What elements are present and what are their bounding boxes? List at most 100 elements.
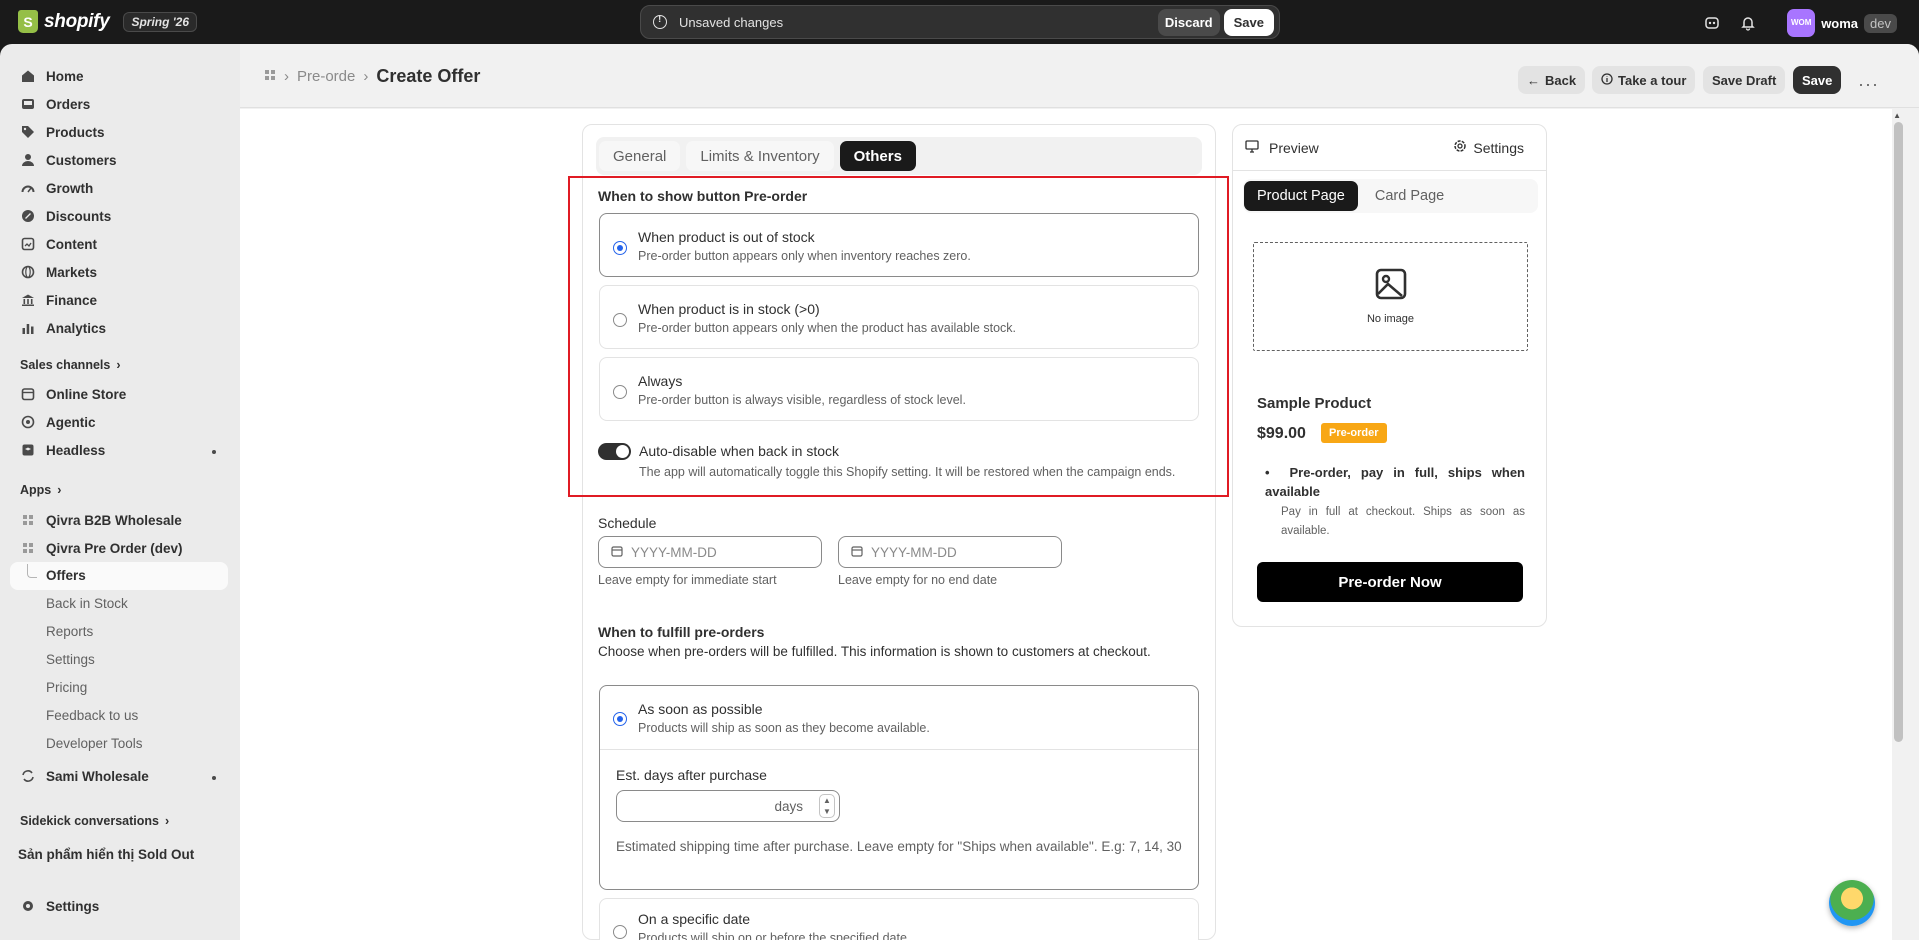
option-always[interactable]: Always Pre-order button is always visibl… — [599, 357, 1199, 421]
calendar-icon — [611, 545, 623, 560]
stepper-icon[interactable]: ▲ ▼ — [819, 794, 835, 818]
sidebar-item-orders[interactable]: Orders — [20, 92, 90, 116]
headless-dot — [212, 450, 216, 454]
scrollbar[interactable] — [1894, 122, 1903, 742]
sidebar-item-qivra-b2b[interactable]: Qivra B2B Wholesale — [20, 508, 182, 532]
sidebar-item-qivra-preorder[interactable]: Qivra Pre Order (dev) — [20, 536, 183, 560]
sidebar-subitem-feedback[interactable]: Feedback to us — [46, 708, 138, 723]
shopify-bag-icon: S — [18, 10, 38, 33]
auto-disable-toggle[interactable] — [598, 443, 631, 460]
save-changes-button[interactable]: Save — [1223, 8, 1274, 36]
sidebar-item-finance[interactable]: Finance — [20, 288, 97, 312]
take-tour-button[interactable]: Take a tour — [1592, 66, 1696, 94]
option-asap[interactable]: As soon as possible Products will ship a… — [599, 685, 1199, 890]
sidebar-subitem-offers[interactable]: Offers — [46, 568, 86, 583]
scroll-up-arrow[interactable]: ▲ — [1893, 111, 1901, 120]
tree-connector — [27, 564, 37, 578]
tab-limits-inventory[interactable]: Limits & Inventory — [686, 141, 834, 171]
preorder-bullet-desc: Pay in full at checkout. Ships as soon a… — [1281, 506, 1525, 537]
fulfill-description: Choose when pre-orders will be fulfilled… — [598, 644, 1151, 659]
tab-product-page[interactable]: Product Page — [1244, 181, 1358, 211]
sidekick-icon[interactable] — [1703, 14, 1721, 32]
sidebar-item-settings[interactable]: Settings — [20, 894, 99, 918]
sidebar-item-online-store[interactable]: Online Store — [20, 382, 126, 406]
bell-icon[interactable] — [1739, 14, 1757, 32]
page-title: Create Offer — [376, 66, 481, 86]
preview-header: Preview Settings — [1233, 125, 1546, 171]
sidebar-subitem-pricing[interactable]: Pricing — [46, 680, 87, 695]
inbox-icon — [20, 96, 36, 112]
sidebar-item-home[interactable]: Home — [20, 64, 84, 88]
alert-icon — [653, 14, 667, 29]
tab-card-page[interactable]: Card Page — [1362, 181, 1457, 211]
sidebar-item-headless[interactable]: Headless — [20, 438, 105, 462]
sidekick-section[interactable]: Sidekick conversations › — [20, 814, 169, 828]
chevron-right-icon: › — [116, 358, 121, 372]
radio-specific-date[interactable] — [613, 925, 627, 939]
apps-section[interactable]: Apps › — [20, 483, 61, 497]
preview-title: Preview — [1245, 139, 1319, 156]
radio-out-of-stock[interactable] — [613, 241, 627, 255]
tab-general[interactable]: General — [599, 141, 681, 171]
info-icon — [1601, 72, 1613, 88]
sidebar-subitem-reports[interactable]: Reports — [46, 624, 93, 639]
globe-icon — [20, 264, 36, 280]
breadcrumb-parent[interactable]: Pre-orde — [297, 68, 355, 85]
sidebar-item-content[interactable]: Content — [20, 232, 97, 256]
version-badge: Spring '26 — [123, 11, 198, 32]
unsaved-text: Unsaved changes — [679, 14, 784, 30]
save-draft-button[interactable]: Save Draft — [1703, 66, 1786, 94]
sync-icon — [20, 768, 36, 784]
sidebar-item-growth[interactable]: Growth — [20, 176, 93, 200]
gear-icon — [20, 898, 36, 914]
sidebar-subitem-settings[interactable]: Settings — [46, 652, 95, 667]
radio-always[interactable] — [613, 385, 627, 399]
sidebar-item-products[interactable]: Products — [20, 120, 105, 144]
sidekick-conversation-item[interactable]: Sản phẩm hiển thị Sold Out — [18, 842, 194, 866]
tab-others[interactable]: Others — [839, 141, 916, 171]
sales-channels-section[interactable]: Sales channels › — [20, 358, 121, 372]
preview-settings-button[interactable]: Settings — [1453, 139, 1524, 156]
discard-button[interactable]: Discard — [1157, 8, 1220, 36]
radio-in-stock[interactable] — [613, 313, 627, 327]
app-icon[interactable] — [264, 68, 276, 85]
option-specific-date[interactable]: On a specific date Products will ship on… — [599, 898, 1199, 940]
sidebar-subitem-developer-tools[interactable]: Developer Tools — [46, 736, 143, 751]
save-button[interactable]: Save — [1793, 66, 1842, 94]
user-menu[interactable]: WOM woma dev — [1787, 9, 1897, 37]
back-button[interactable]: ← Back — [1518, 66, 1586, 94]
sidebar-subitem-back-in-stock[interactable]: Back in Stock — [46, 596, 128, 611]
option-in-stock[interactable]: When product is in stock (>0) Pre-order … — [599, 285, 1199, 349]
floating-app-icon[interactable] — [1829, 880, 1875, 926]
arrow-left-icon: ← — [1527, 72, 1540, 88]
end-date-help: Leave empty for no end date — [838, 573, 998, 587]
est-days-input[interactable]: days ▲ ▼ — [616, 790, 840, 822]
layers-icon — [20, 442, 36, 458]
preview-tabs: Product Page Card Page — [1243, 179, 1538, 213]
more-actions-icon[interactable]: ··· — [1858, 74, 1879, 95]
start-date-input[interactable]: YYYY-MM-DD — [598, 536, 822, 568]
schedule-label: Schedule — [598, 515, 657, 531]
preorder-now-button[interactable]: Pre-order Now — [1257, 562, 1523, 602]
image-placeholder: No image — [1253, 242, 1528, 351]
person-icon — [20, 152, 36, 168]
radio-asap[interactable] — [613, 712, 627, 726]
divider — [600, 749, 1198, 750]
logo-text: shopify — [44, 10, 110, 32]
shopify-logo[interactable]: S shopify Spring '26 — [18, 10, 198, 33]
discount-icon — [20, 208, 36, 224]
sidebar-item-markets[interactable]: Markets — [20, 260, 97, 284]
option-out-of-stock[interactable]: When product is out of stock Pre-order b… — [599, 213, 1199, 277]
product-name: Sample Product — [1257, 395, 1372, 412]
breadcrumb: › Pre-orde › Create Offer — [264, 66, 480, 87]
sidebar-item-agentic[interactable]: Agentic — [20, 410, 96, 434]
app-grid-icon — [20, 540, 36, 556]
calendar-icon — [851, 545, 863, 560]
sidebar-item-sami-wholesale[interactable]: Sami Wholesale — [20, 764, 149, 788]
home-icon — [20, 68, 36, 84]
sidebar-item-discounts[interactable]: Discounts — [20, 204, 111, 228]
end-date-input[interactable]: YYYY-MM-DD — [838, 536, 1062, 568]
image-icon — [1374, 267, 1408, 301]
sidebar-item-analytics[interactable]: Analytics — [20, 316, 106, 340]
sidebar-item-customers[interactable]: Customers — [20, 148, 117, 172]
